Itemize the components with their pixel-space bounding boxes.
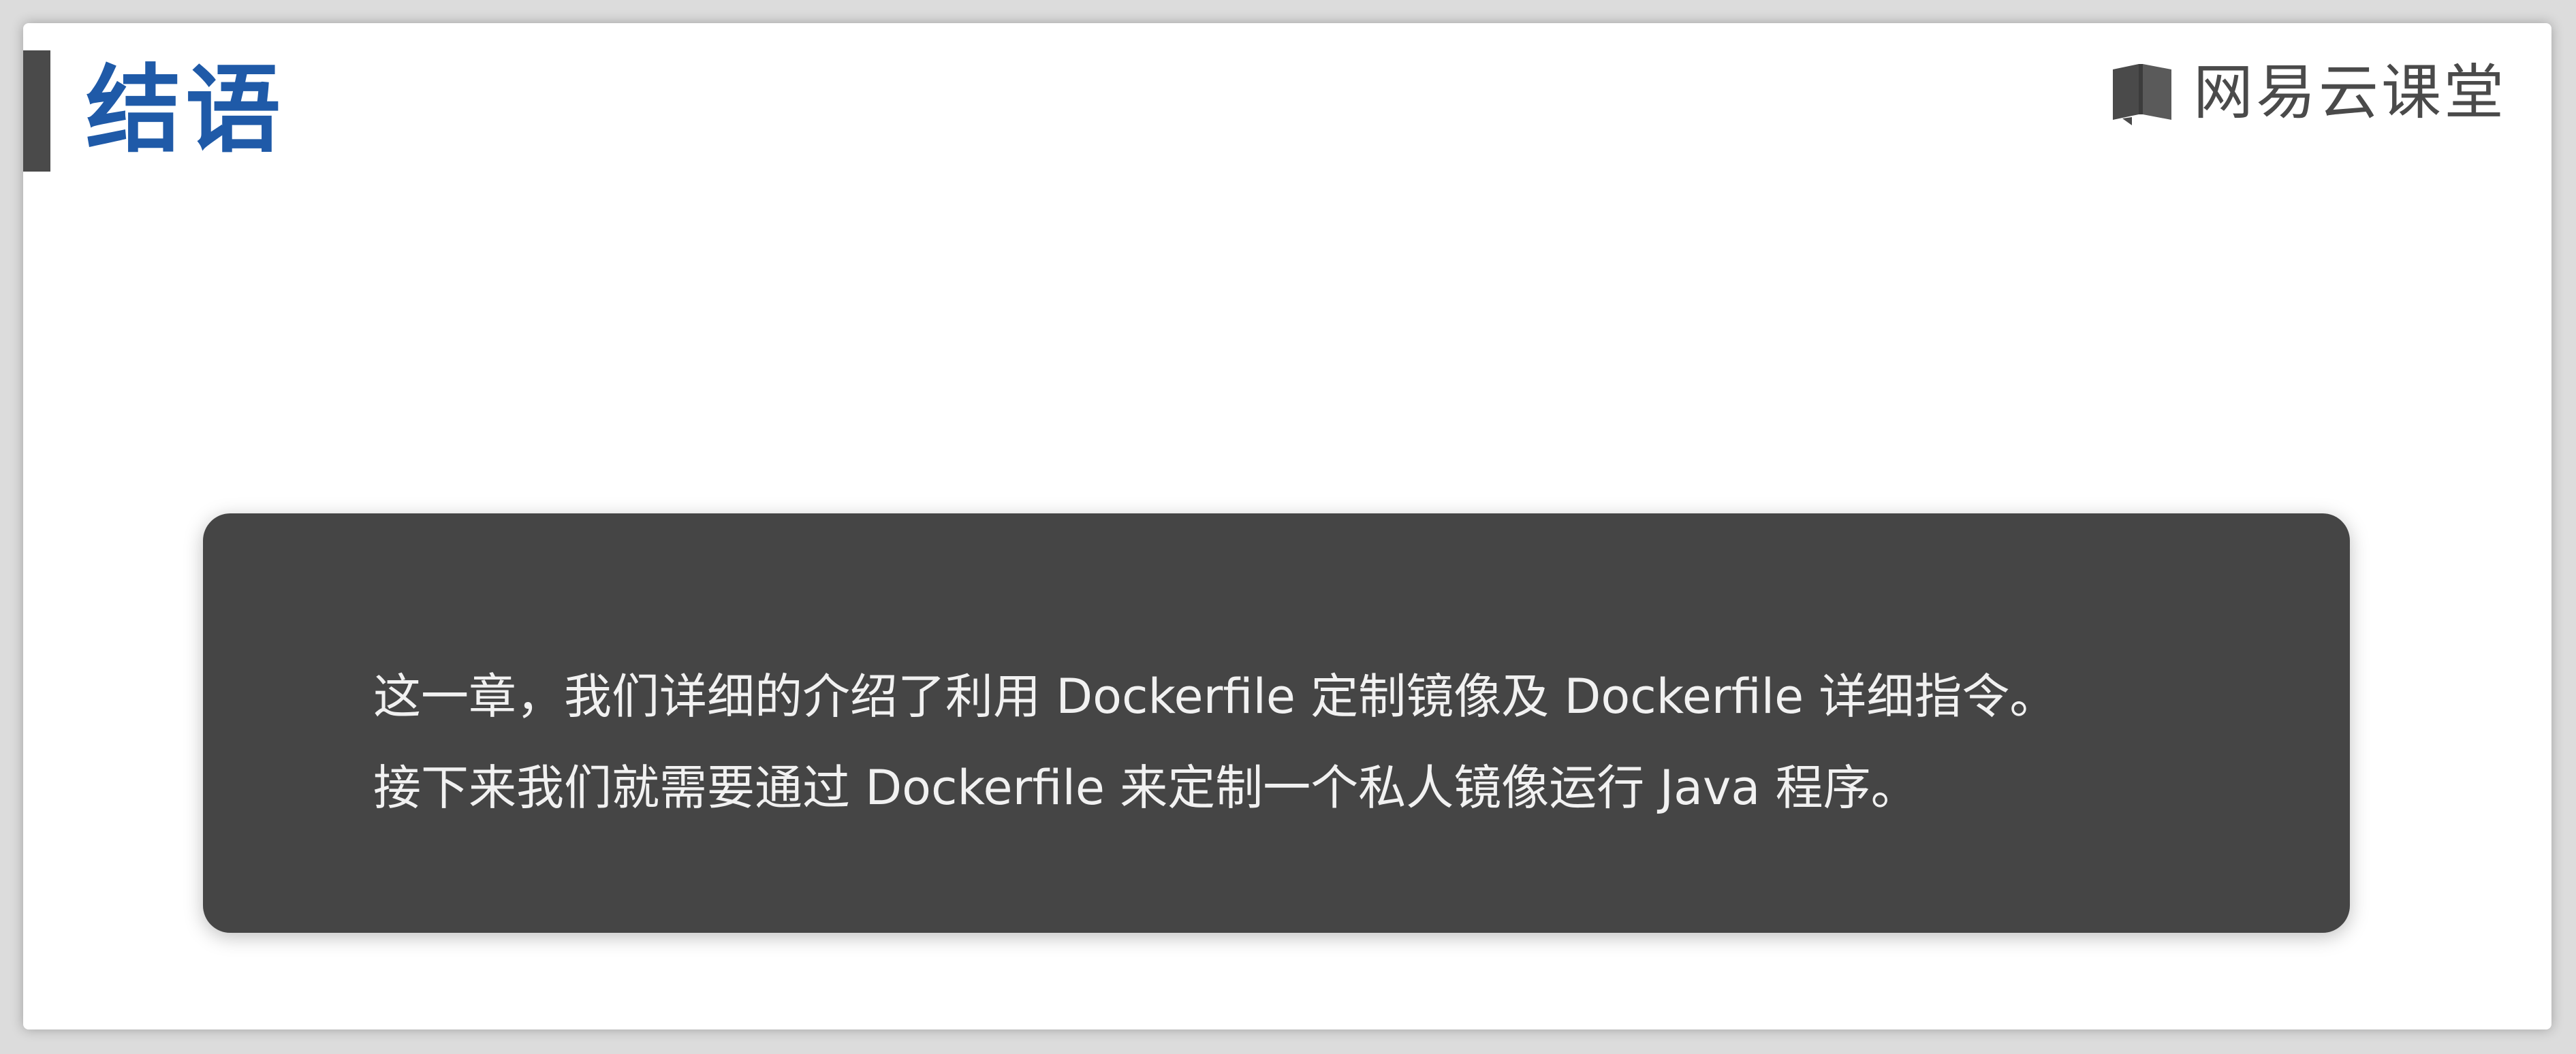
brand-logo: 网易云课堂 bbox=[2109, 52, 2507, 133]
slide: 结语 网易云课堂 这一章，我们详细的介绍了利用 Dockerfile 定制镜像及… bbox=[23, 23, 2551, 1029]
summary-line: 这一章，我们详细的介绍了利用 Dockerfile 定制镜像及 Dockerfi… bbox=[373, 669, 2058, 724]
slide-title: 结语 bbox=[86, 55, 285, 166]
summary-line: 接下来我们就需要通过 Dockerfile 来定制一个私人镜像运行 Java 程… bbox=[373, 760, 1919, 816]
summary-text: 这一章，我们详细的介绍了利用 Dockerfile 定制镜像及 Dockerfi… bbox=[373, 651, 2268, 833]
summary-card: 这一章，我们详细的介绍了利用 Dockerfile 定制镜像及 Dockerfi… bbox=[203, 513, 2350, 933]
book-icon bbox=[2112, 64, 2171, 125]
title-accent-bar bbox=[23, 50, 50, 172]
brand-name: 网易云课堂 bbox=[2193, 57, 2507, 127]
